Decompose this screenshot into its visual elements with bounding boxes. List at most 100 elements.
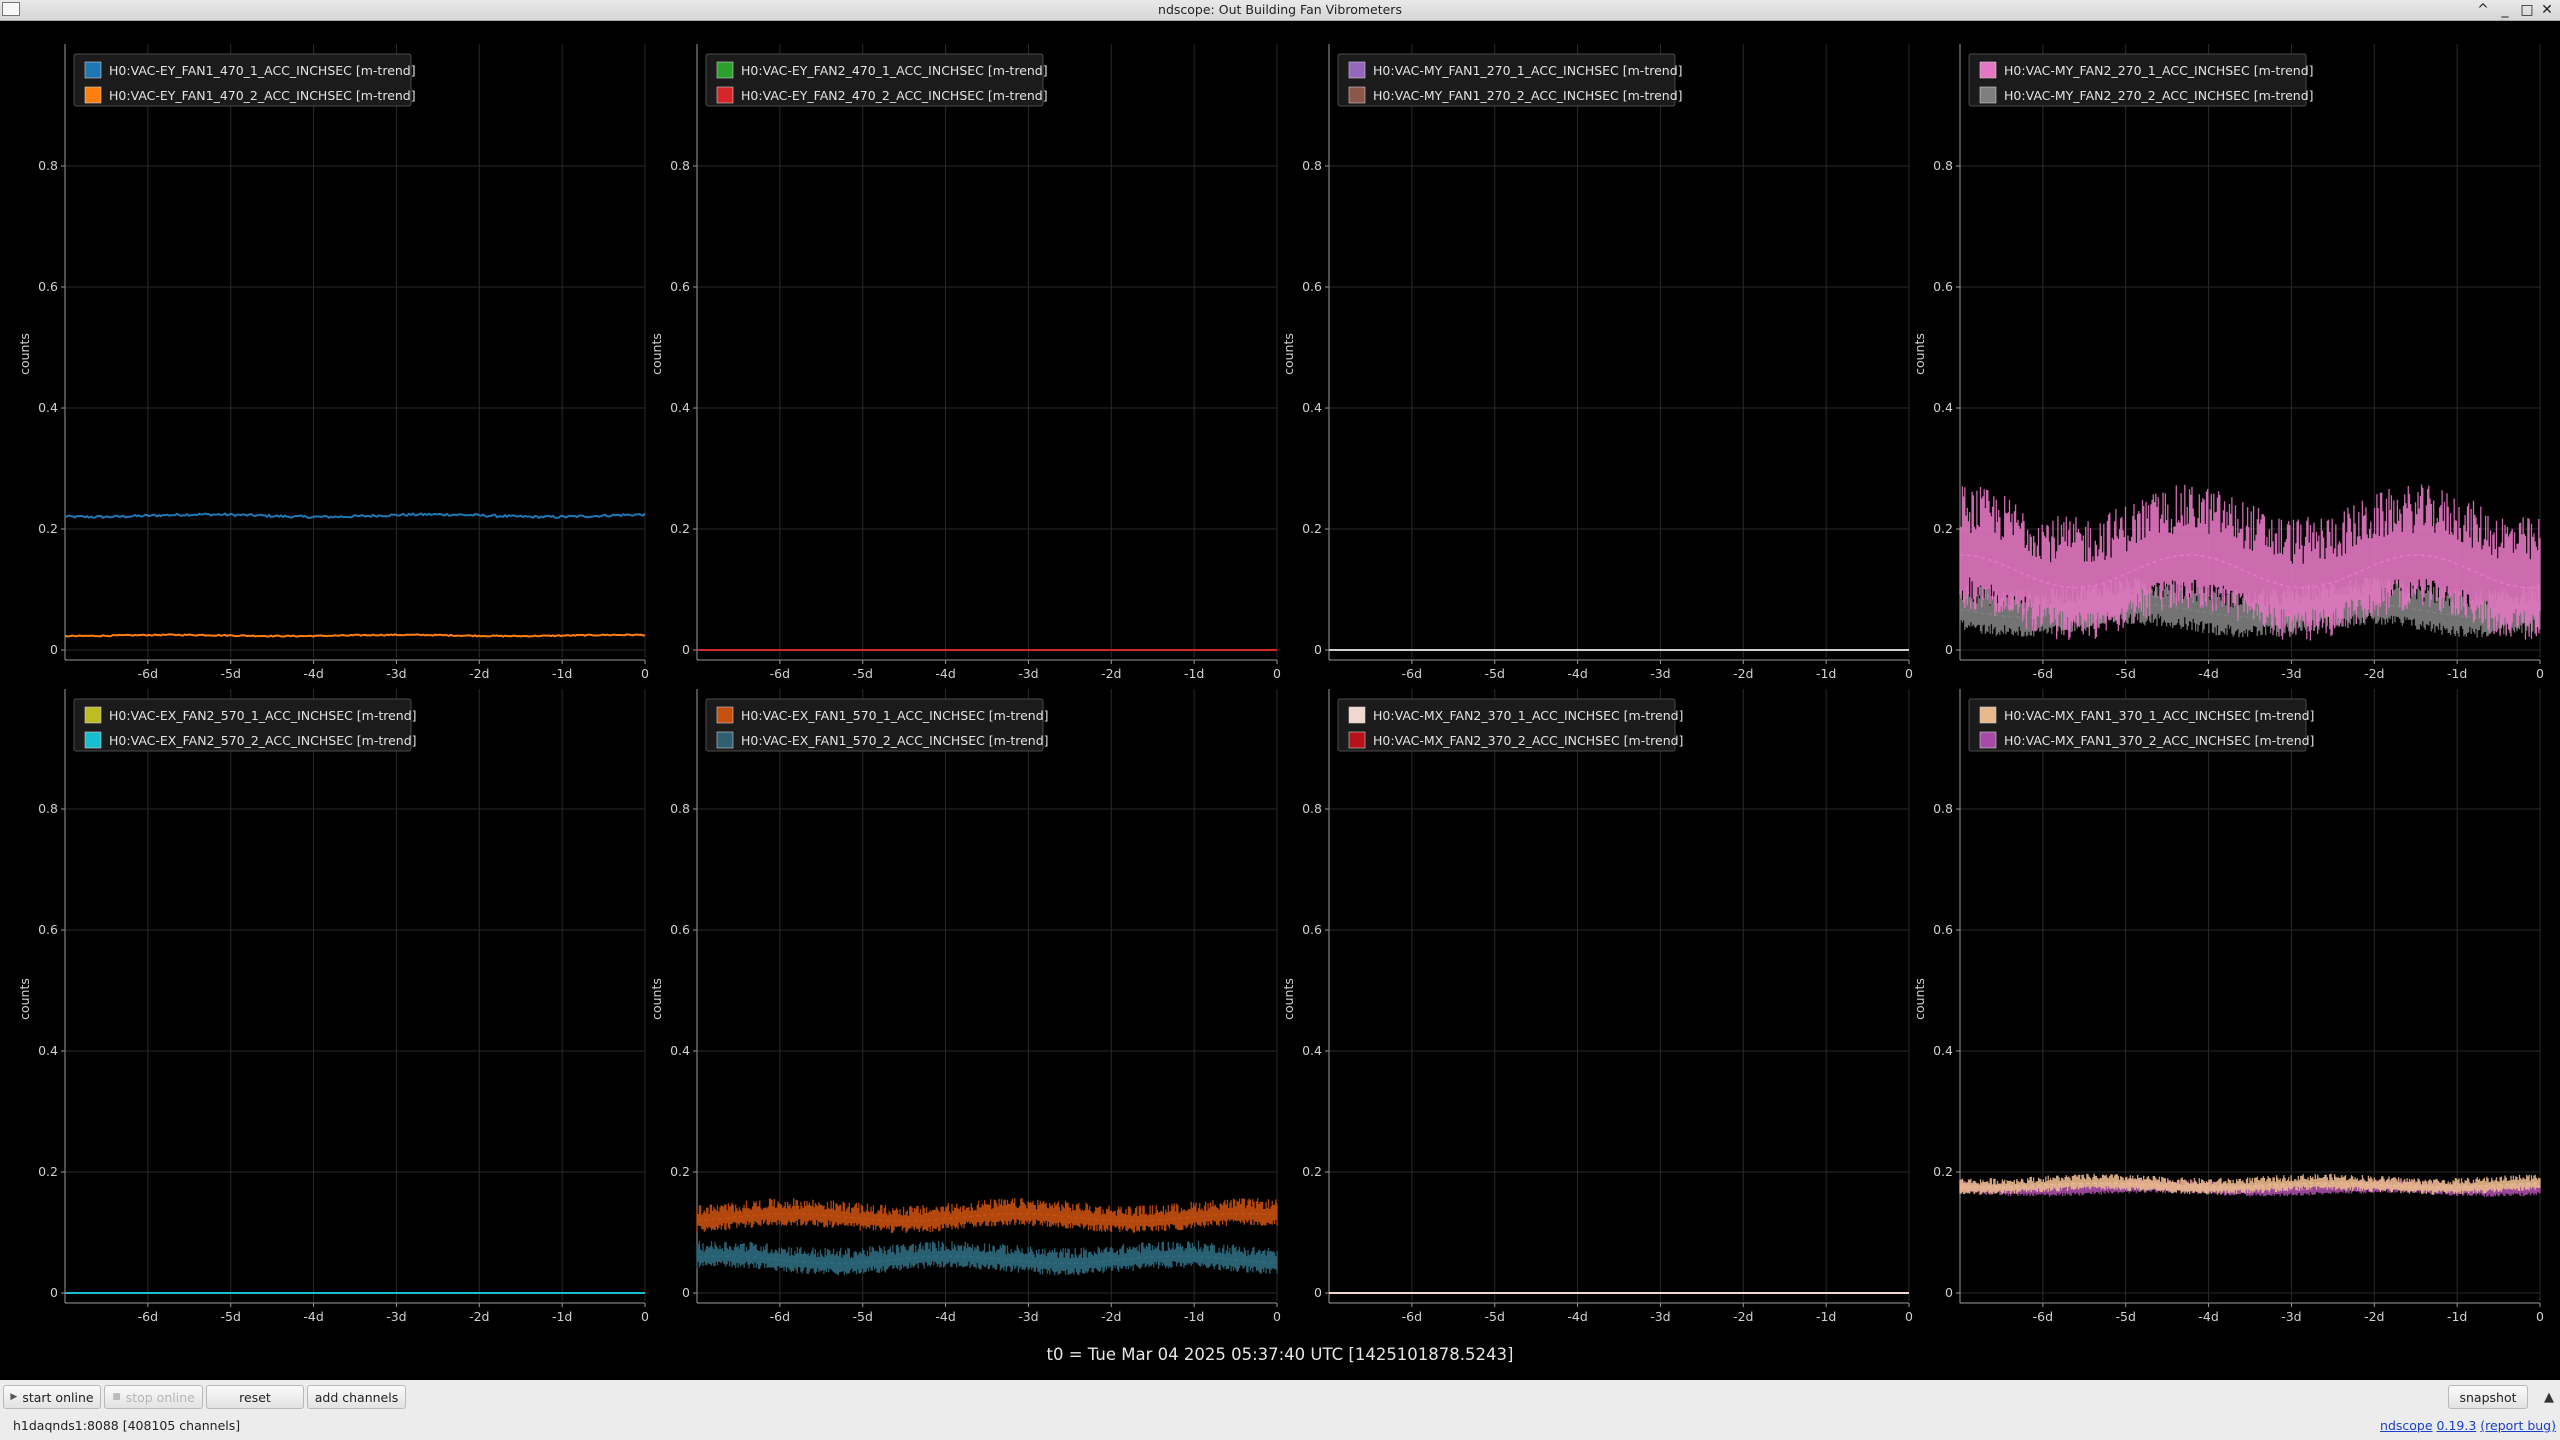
x-tick-label: -1d [552,666,572,681]
x-tick-label: -6d [770,1309,790,1324]
plot-grid[interactable]: 0 0.2 0.4 0.6 0.8 -6d -5d -4d -3d -2d -1d 0 counts H0… [0,22,2560,1344]
plot-panel: 0 0.2 0.4 0.6 0.8 -6d -5d -4d -3d -2d -1d 0 counts H0… [1912,44,2544,681]
x-tick-label: -2d [2364,1309,2384,1324]
legend-label: H0:VAC-EX_FAN2_570_1_ACC_INCHSEC [m-tren… [109,708,417,723]
y-tick-label: 0.6 [1933,279,1953,294]
y-tick-label: 0.6 [670,279,690,294]
stop-online-button[interactable]: ■ stop online [104,1385,203,1409]
x-tick-label: -5d [2116,1309,2136,1324]
legend-swatch [716,86,734,104]
legend-swatch [84,731,102,749]
y-tick-label: 0.8 [38,801,58,816]
plot-panel: 0 0.2 0.4 0.6 0.8 -6d -5d -4d -3d -2d -1d 0 counts H0… [649,689,1281,1324]
t0-label: t0 = Tue Mar 04 2025 05:37:40 UTC [14251… [1046,1345,1514,1364]
y-tick-label: 0.8 [1302,801,1322,816]
y-tick-label: 0.6 [1933,922,1953,937]
version-link[interactable]: 0.19.3 [2437,1418,2477,1433]
y-tick-label: 0.6 [38,279,58,294]
plot-panel: 0 0.2 0.4 0.6 0.8 -6d -5d -4d -3d -2d -1d 0 counts H0… [17,689,649,1324]
x-tick-label: -6d [138,1309,158,1324]
maximize-button[interactable]: □ [2516,1,2538,19]
y-tick-label: 0.8 [1302,158,1322,173]
x-tick-label: -4d [2198,1309,2218,1324]
legend-swatch [1348,61,1366,79]
y-tick-label: 0.6 [38,922,58,937]
y-tick-label: 0.6 [1302,279,1322,294]
legend-swatch [84,86,102,104]
legend-swatch [1348,86,1366,104]
y-tick-label: 0.8 [1933,158,1953,173]
series-trace [64,512,646,520]
x-tick-label: -1d [552,1309,572,1324]
stop-online-label: stop online [125,1389,195,1405]
y-tick-label: 0.4 [38,1043,58,1058]
y-tick-label: 0.2 [1933,1164,1953,1179]
x-tick-label: -1d [2447,666,2467,681]
y-tick-label: 0 [50,642,58,657]
x-tick-label: -2d [1101,666,1121,681]
plot-panel: 0 0.2 0.4 0.6 0.8 -6d -5d -4d -3d -2d -1d 0 counts H0… [1912,689,2544,1324]
y-tick-label: 0.2 [670,1164,690,1179]
start-online-button[interactable]: ▶ start online [3,1385,101,1409]
plot-panel: 0 0.2 0.4 0.6 0.8 -6d -5d -4d -3d -2d -1d 0 counts H0… [1281,689,1913,1324]
y-tick-label: 0.2 [38,521,58,536]
y-axis-label: counts [17,333,32,375]
x-tick-label: -2d [1733,1309,1753,1324]
start-online-label: start online [22,1389,94,1405]
legend-swatch [84,61,102,79]
x-tick-label: -1d [1816,1309,1836,1324]
legend-label: H0:VAC-EX_FAN1_570_2_ACC_INCHSEC [m-tren… [741,733,1049,748]
plot-panel: 0 0.2 0.4 0.6 0.8 -6d -5d -4d -3d -2d -1d 0 counts H0… [649,44,1281,681]
snapshot-button[interactable]: snapshot [2448,1385,2528,1409]
y-tick-label: 0.4 [1933,400,1953,415]
y-axis-label: counts [1912,978,1927,1020]
y-tick-label: 0.8 [670,801,690,816]
y-tick-label: 0.2 [1302,1164,1322,1179]
plot-panel: 0 0.2 0.4 0.6 0.8 -6d -5d -4d -3d -2d -1d 0 counts H0… [1281,44,1913,681]
x-tick-label: -3d [1650,666,1670,681]
x-tick-label: -3d [2281,666,2301,681]
x-tick-label: -5d [221,666,241,681]
version-info: ndscope 0.19.3 (report bug) [2380,1418,2556,1433]
x-tick-label: -4d [1567,666,1587,681]
y-tick-label: 0.4 [38,400,58,415]
y-axis-label: counts [1912,333,1927,375]
add-channels-button[interactable]: add channels [307,1385,406,1409]
y-tick-label: 0 [682,1285,690,1300]
report-bug-link[interactable]: (report bug) [2480,1418,2556,1433]
x-tick-label: -5d [221,1309,241,1324]
legend-swatch [1979,86,1997,104]
stop-icon: ■ [112,1392,121,1402]
x-tick-label: -1d [1816,666,1836,681]
legend-swatch [1348,731,1366,749]
y-axis-label: counts [1281,978,1296,1020]
x-tick-label: -3d [386,666,406,681]
y-tick-label: 0 [50,1285,58,1300]
toolbar: ▶ start online ■ stop online reset add c… [0,1380,2560,1440]
y-tick-label: 0.2 [670,521,690,536]
minimize-button[interactable]: _ [2494,1,2516,19]
x-tick-label: -4d [2198,666,2218,681]
keep-above-button[interactable]: ^ [2472,1,2494,19]
legend-label: H0:VAC-EX_FAN2_570_2_ACC_INCHSEC [m-tren… [109,733,417,748]
legend-label: H0:VAC-MY_FAN2_270_2_ACC_INCHSEC [m-tren… [2004,88,2314,103]
reset-button[interactable]: reset [206,1385,304,1409]
play-icon: ▶ [10,1392,18,1402]
x-tick-label: -1d [2447,1309,2467,1324]
y-tick-label: 0.2 [1302,521,1322,536]
x-tick-label: -2d [469,1309,489,1324]
y-axis-label: counts [649,978,664,1020]
series-trace [64,633,646,638]
x-tick-label: -6d [2033,666,2053,681]
legend-label: H0:VAC-EX_FAN1_570_1_ACC_INCHSEC [m-tren… [741,708,1049,723]
ndscope-link[interactable]: ndscope [2380,1418,2433,1433]
x-tick-label: 0 [1273,666,1281,681]
legend-swatch [1979,731,1997,749]
y-tick-label: 0.4 [670,1043,690,1058]
legend-swatch [1979,706,1997,724]
x-tick-label: 0 [2536,666,2544,681]
x-tick-label: 0 [1905,1309,1913,1324]
x-tick-label: 0 [641,1309,649,1324]
expand-up-icon[interactable]: ▲ [2544,1390,2554,1405]
close-button[interactable]: ✕ [2536,1,2558,19]
